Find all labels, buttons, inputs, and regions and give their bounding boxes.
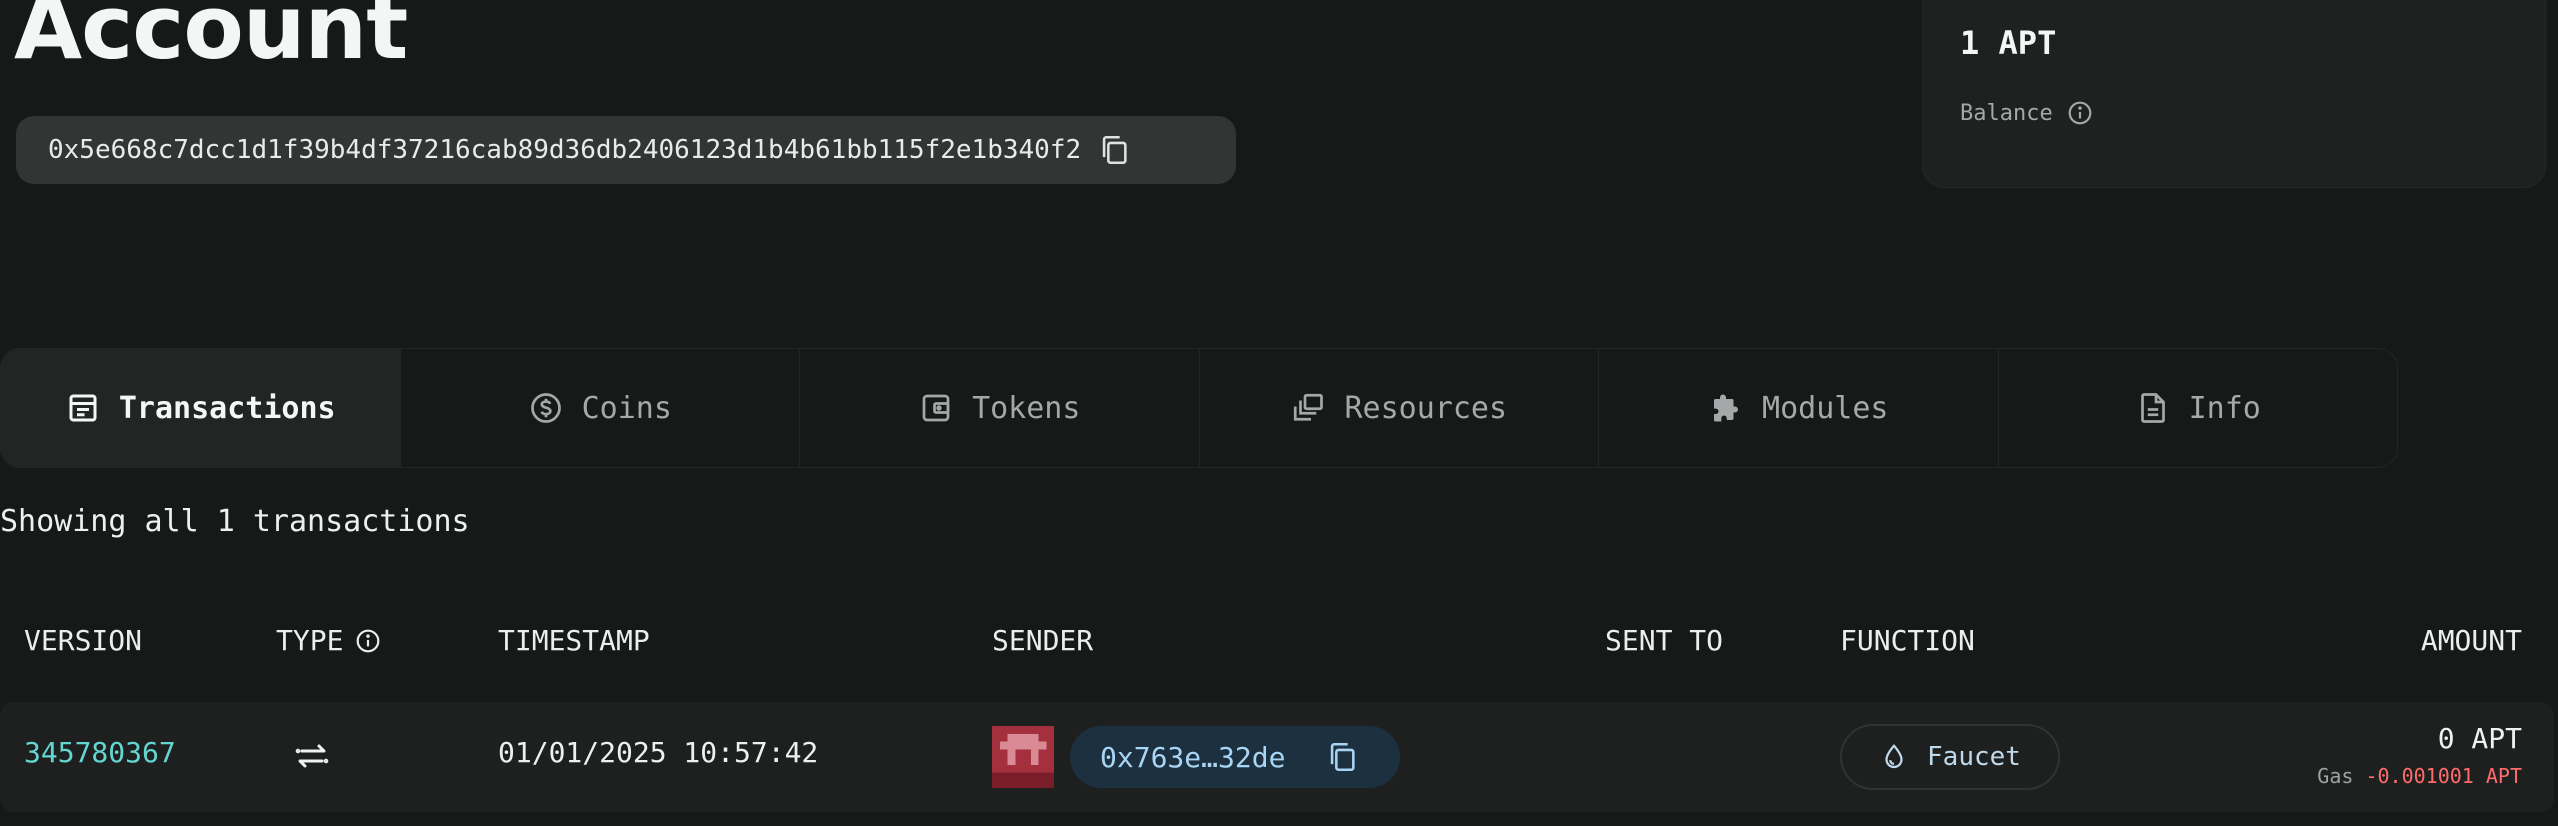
account-address: 0x5e668c7dcc1d1f39b4df37216cab89d36db240… (48, 135, 1082, 165)
info-icon[interactable] (2067, 100, 2093, 126)
tab-label: Tokens (972, 390, 1081, 426)
header-amount: AMOUNT (2420, 624, 2522, 657)
account-tabs: Transactions Coins Tokens Resources Modu… (0, 348, 2398, 468)
droplet-icon (1885, 744, 1903, 769)
copy-icon[interactable] (1097, 133, 1131, 167)
balance-value: 1 APT (1960, 24, 2057, 62)
account-address-pill[interactable]: 0x5e668c7dcc1d1f39b4df37216cab89d36db240… (16, 116, 1236, 184)
info-icon[interactable] (355, 628, 381, 654)
header-type: TYPE (276, 624, 344, 657)
tab-transactions[interactable]: Transactions (1, 349, 401, 467)
tab-modules[interactable]: Modules (1599, 349, 1999, 467)
transfer-arrows-icon (295, 744, 329, 768)
tab-resources[interactable]: Resources (1200, 349, 1599, 467)
puzzle-icon (1714, 394, 1739, 422)
avatar (992, 726, 1054, 788)
tab-info[interactable]: Info (1999, 349, 2398, 467)
header-function: FUNCTION (1840, 624, 1975, 657)
header-type-group: TYPE (276, 624, 381, 657)
resources-icon (1294, 393, 1324, 421)
function-label: Faucet (1927, 742, 2021, 772)
coin-icon (530, 393, 561, 423)
header-timestamp: TIMESTAMP (498, 624, 650, 657)
transaction-amount: 0 APT (2437, 722, 2522, 755)
tab-coins[interactable]: Coins (401, 349, 800, 467)
tab-label: Modules (1762, 390, 1889, 426)
tab-label: Transactions (118, 390, 336, 426)
copy-icon[interactable] (1325, 740, 1359, 774)
gas-value: -0.001001 APT (2365, 764, 2522, 788)
sender-address-pill[interactable]: 0x763e…32de (1070, 726, 1400, 788)
header-sender: SENDER (992, 624, 1094, 657)
balance-label: Balance (1960, 100, 2053, 126)
transactions-count: Showing all 1 transactions (0, 504, 470, 539)
transactions-icon (69, 394, 97, 422)
tab-label: Coins (581, 390, 672, 426)
tab-label: Resources (1344, 390, 1508, 426)
wallet-icon (922, 394, 950, 422)
tab-label: Info (2188, 390, 2261, 426)
transaction-version-link[interactable]: 345780367 (24, 736, 176, 769)
page-title: Account (14, 0, 408, 79)
tab-tokens[interactable]: Tokens (800, 349, 1200, 467)
gas-fee: Gas -0.001001 APT (2317, 764, 2522, 788)
function-badge[interactable]: Faucet (1840, 724, 2060, 790)
header-sent-to: SENT TO (1605, 624, 1724, 657)
gas-label: Gas (2317, 764, 2354, 788)
sender-address: 0x763e…32de (1100, 740, 1286, 774)
header-version: VERSION (24, 624, 143, 657)
document-icon (2140, 393, 2165, 423)
balance-label-row: Balance (1960, 100, 2093, 126)
transaction-timestamp: 01/01/2025 10:57:42 (498, 736, 819, 769)
